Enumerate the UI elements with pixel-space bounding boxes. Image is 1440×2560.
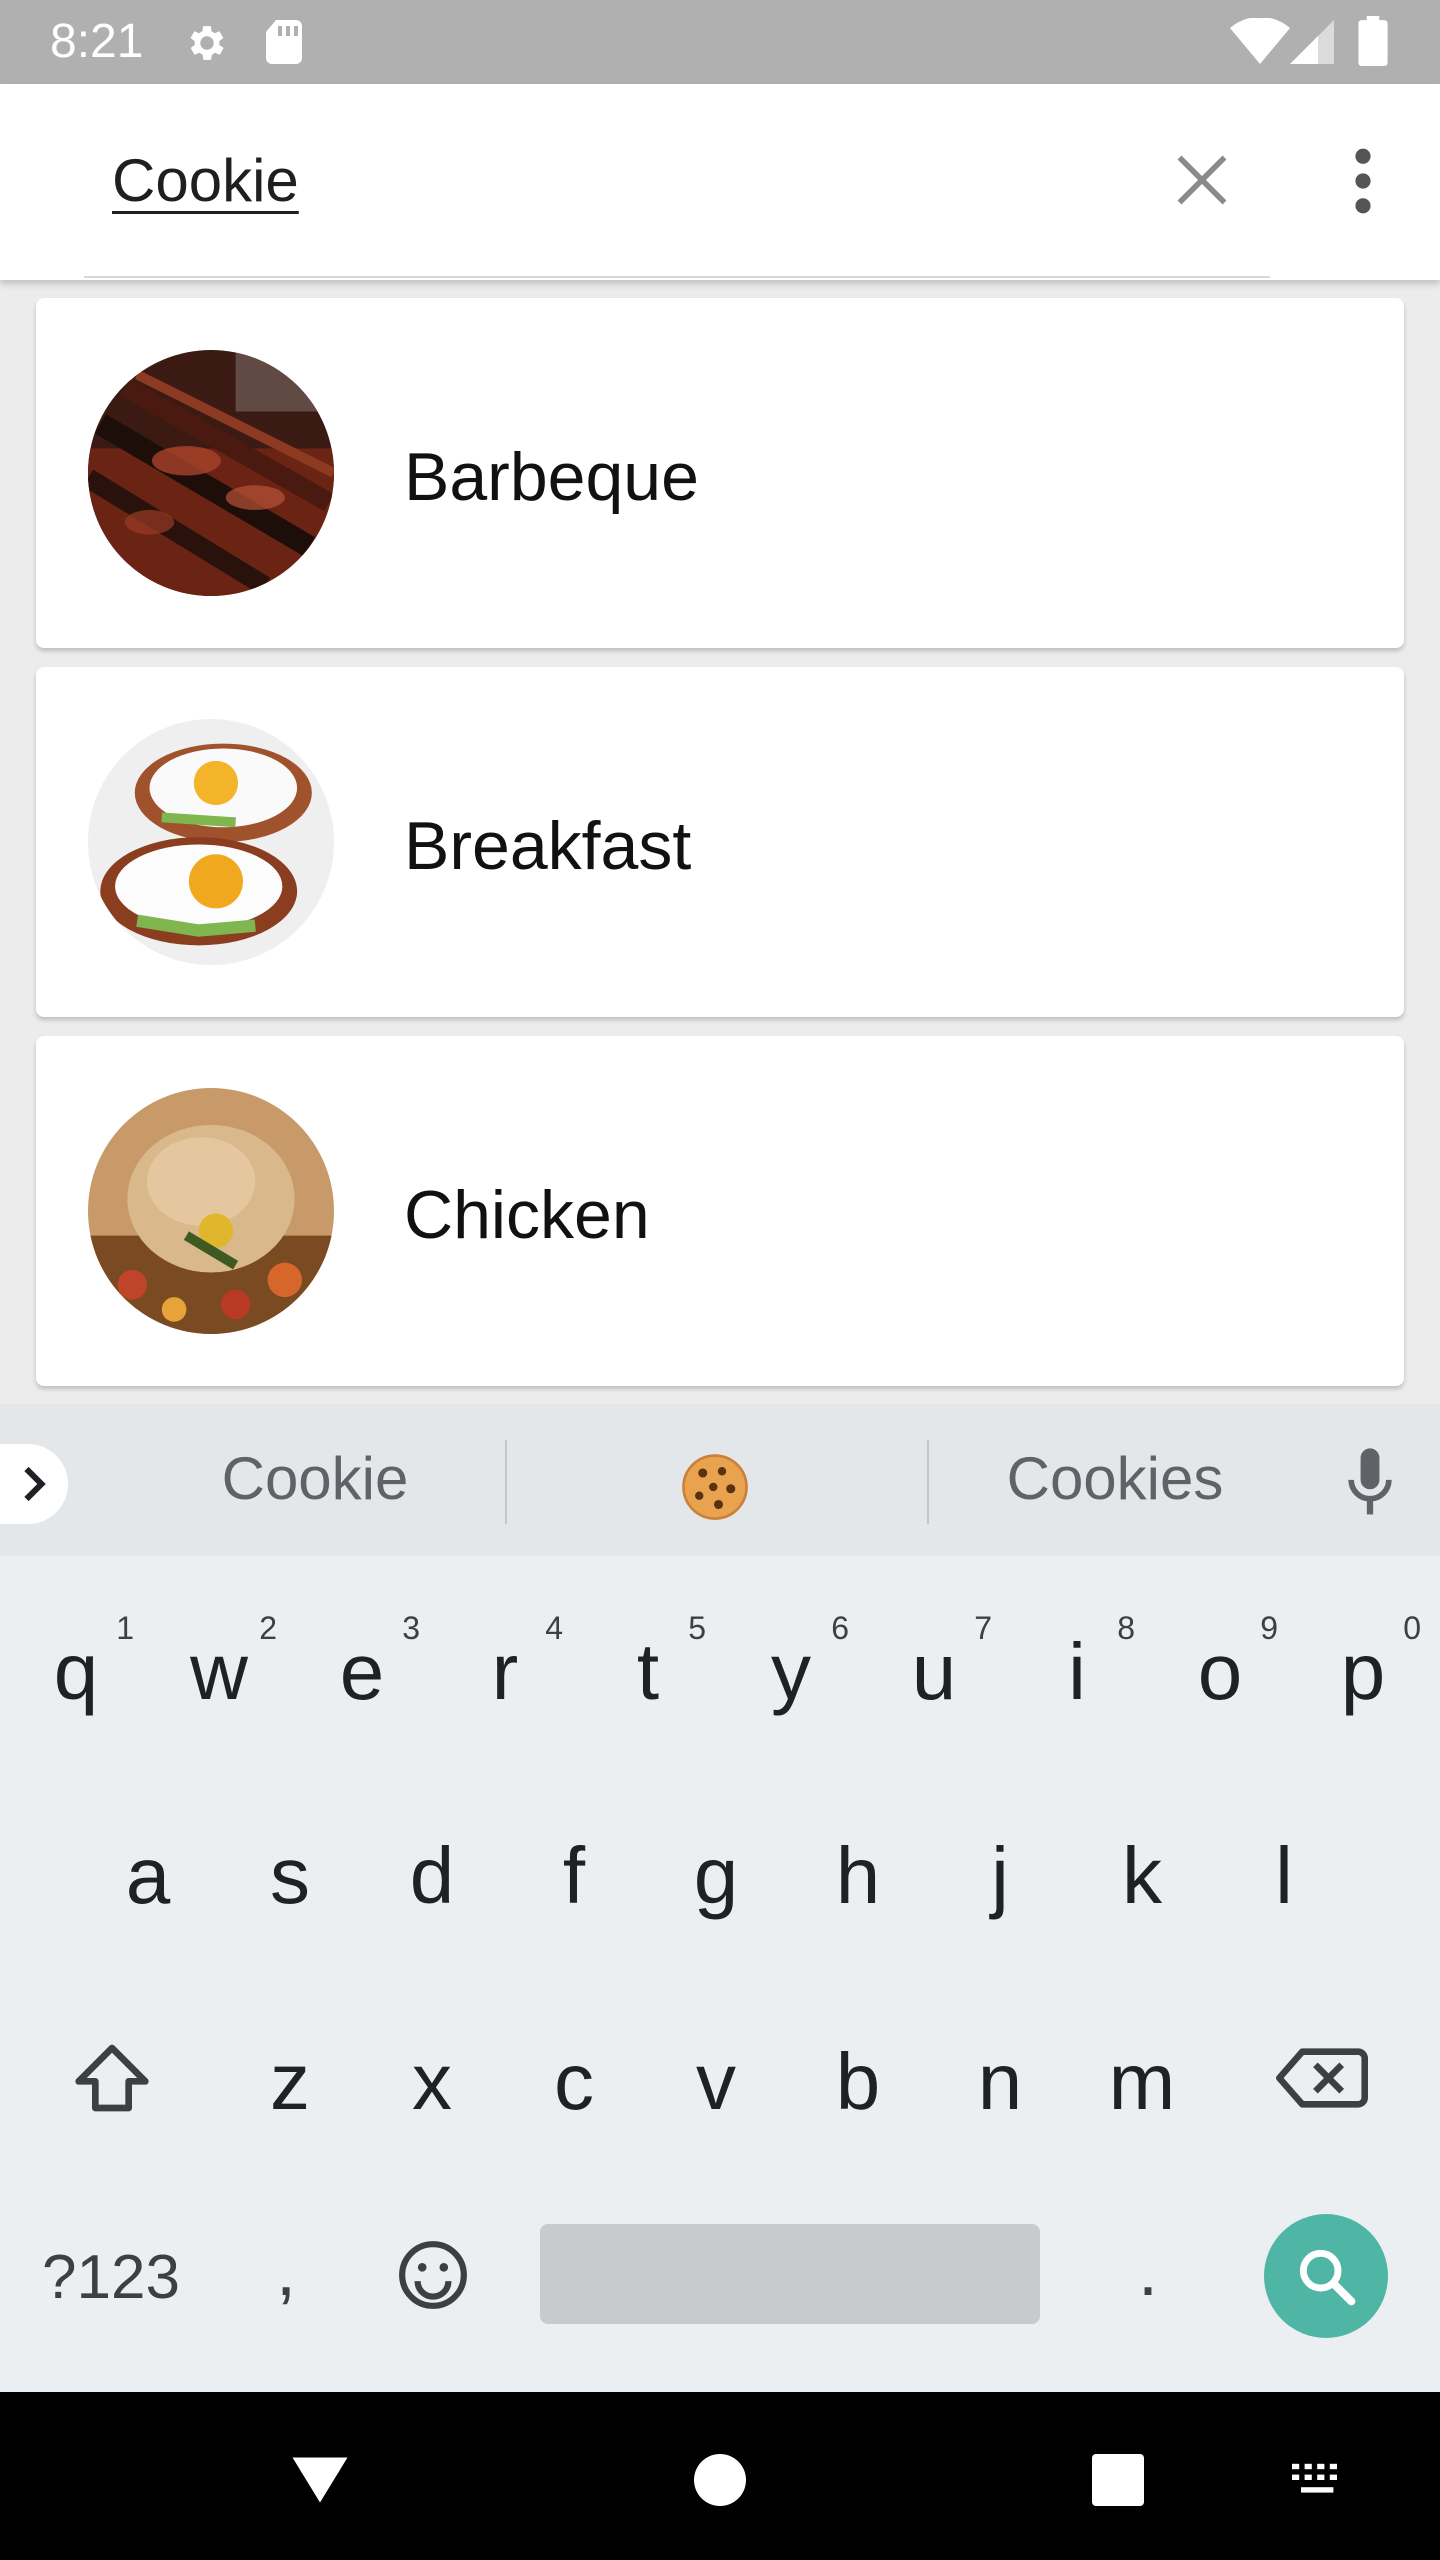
key-x[interactable]: x — [364, 1984, 500, 2144]
suggestion-divider — [927, 1440, 929, 1524]
key-k[interactable]: k — [1074, 1778, 1210, 1938]
navigation-bar — [0, 2392, 1440, 2560]
key-a[interactable]: a — [80, 1778, 216, 1938]
key-w[interactable]: w2 — [151, 1574, 287, 1734]
key-o[interactable]: o9 — [1152, 1574, 1288, 1734]
key-y[interactable]: y6 — [723, 1574, 859, 1734]
search-underline — [84, 276, 1270, 278]
cell-signal-icon — [1290, 20, 1334, 64]
key-i[interactable]: i8 — [1009, 1574, 1145, 1734]
more-vert-icon[interactable] — [1348, 146, 1378, 216]
search-bar: Cookie — [0, 84, 1440, 280]
expand-toolbar-button[interactable] — [0, 1444, 68, 1524]
status-bar: 8:21 — [0, 0, 1440, 84]
category-card-barbeque[interactable]: Barbeque — [36, 298, 1404, 648]
key-b[interactable]: b — [790, 1984, 926, 2144]
key-n[interactable]: n — [932, 1984, 1068, 2144]
barbeque-thumbnail — [88, 350, 334, 596]
key-v[interactable]: v — [648, 1984, 784, 2144]
recent-apps-button[interactable] — [1092, 2454, 1144, 2506]
comma-key[interactable]: , — [276, 2230, 296, 2312]
key-s[interactable]: s — [222, 1778, 358, 1938]
key-u[interactable]: u7 — [866, 1574, 1002, 1734]
gear-icon — [190, 26, 224, 60]
key-g[interactable]: g — [648, 1778, 784, 1938]
breakfast-thumbnail — [88, 719, 334, 965]
category-list: Barbeque Breakfast Chicken — [0, 280, 1440, 1404]
suggestion-2[interactable]: Cookies — [990, 1444, 1240, 1513]
key-c[interactable]: c — [506, 1984, 642, 2144]
key-d[interactable]: d — [364, 1778, 500, 1938]
key-t[interactable]: t5 — [580, 1574, 716, 1734]
spacebar[interactable] — [540, 2224, 1040, 2324]
status-time: 8:21 — [50, 15, 144, 68]
key-r[interactable]: r4 — [437, 1574, 573, 1734]
cookie-emoji[interactable] — [680, 1452, 750, 1522]
key-j[interactable]: j — [932, 1778, 1068, 1938]
key-z[interactable]: z — [222, 1984, 358, 2144]
backspace-icon[interactable] — [1276, 2044, 1368, 2112]
category-card-breakfast[interactable]: Breakfast — [36, 667, 1404, 1017]
key-l[interactable]: l — [1216, 1778, 1352, 1938]
back-icon[interactable] — [290, 2454, 350, 2506]
key-e[interactable]: e3 — [294, 1574, 430, 1734]
shift-icon[interactable] — [72, 2040, 152, 2116]
key-h[interactable]: h — [790, 1778, 926, 1938]
suggestion-divider — [505, 1440, 507, 1524]
search-input[interactable]: Cookie — [112, 146, 299, 215]
soft-keyboard: Cookie Cookies q1 w2 e3 r4 t5 y6 u7 i8 o… — [0, 1404, 1440, 2392]
chicken-thumbnail — [88, 1088, 334, 1334]
chevron-right-icon — [24, 1466, 46, 1502]
category-label: Chicken — [404, 1177, 650, 1253]
key-f[interactable]: f — [506, 1778, 642, 1938]
suggestion-strip: Cookie Cookies — [0, 1404, 1440, 1556]
suggestion-1[interactable]: Cookie — [220, 1444, 410, 1513]
symbols-key[interactable]: ?123 — [42, 2242, 180, 2313]
key-q[interactable]: q1 — [8, 1574, 144, 1734]
battery-icon — [1358, 16, 1388, 66]
home-button[interactable] — [694, 2454, 746, 2506]
search-action-button[interactable] — [1264, 2214, 1388, 2338]
key-m[interactable]: m — [1074, 1984, 1210, 2144]
microphone-icon[interactable] — [1348, 1448, 1392, 1518]
emoji-icon[interactable] — [396, 2238, 470, 2312]
keyboard-switch-icon[interactable] — [1290, 2462, 1348, 2498]
period-key[interactable]: . — [1138, 2230, 1158, 2312]
category-card-chicken[interactable]: Chicken — [36, 1036, 1404, 1386]
category-label: Breakfast — [404, 808, 692, 884]
sd-card-icon — [266, 20, 302, 64]
category-label: Barbeque — [404, 439, 699, 515]
close-icon[interactable] — [1172, 150, 1232, 210]
wifi-icon — [1230, 18, 1290, 64]
key-p[interactable]: p0 — [1295, 1574, 1431, 1734]
search-icon — [1299, 2249, 1356, 2306]
